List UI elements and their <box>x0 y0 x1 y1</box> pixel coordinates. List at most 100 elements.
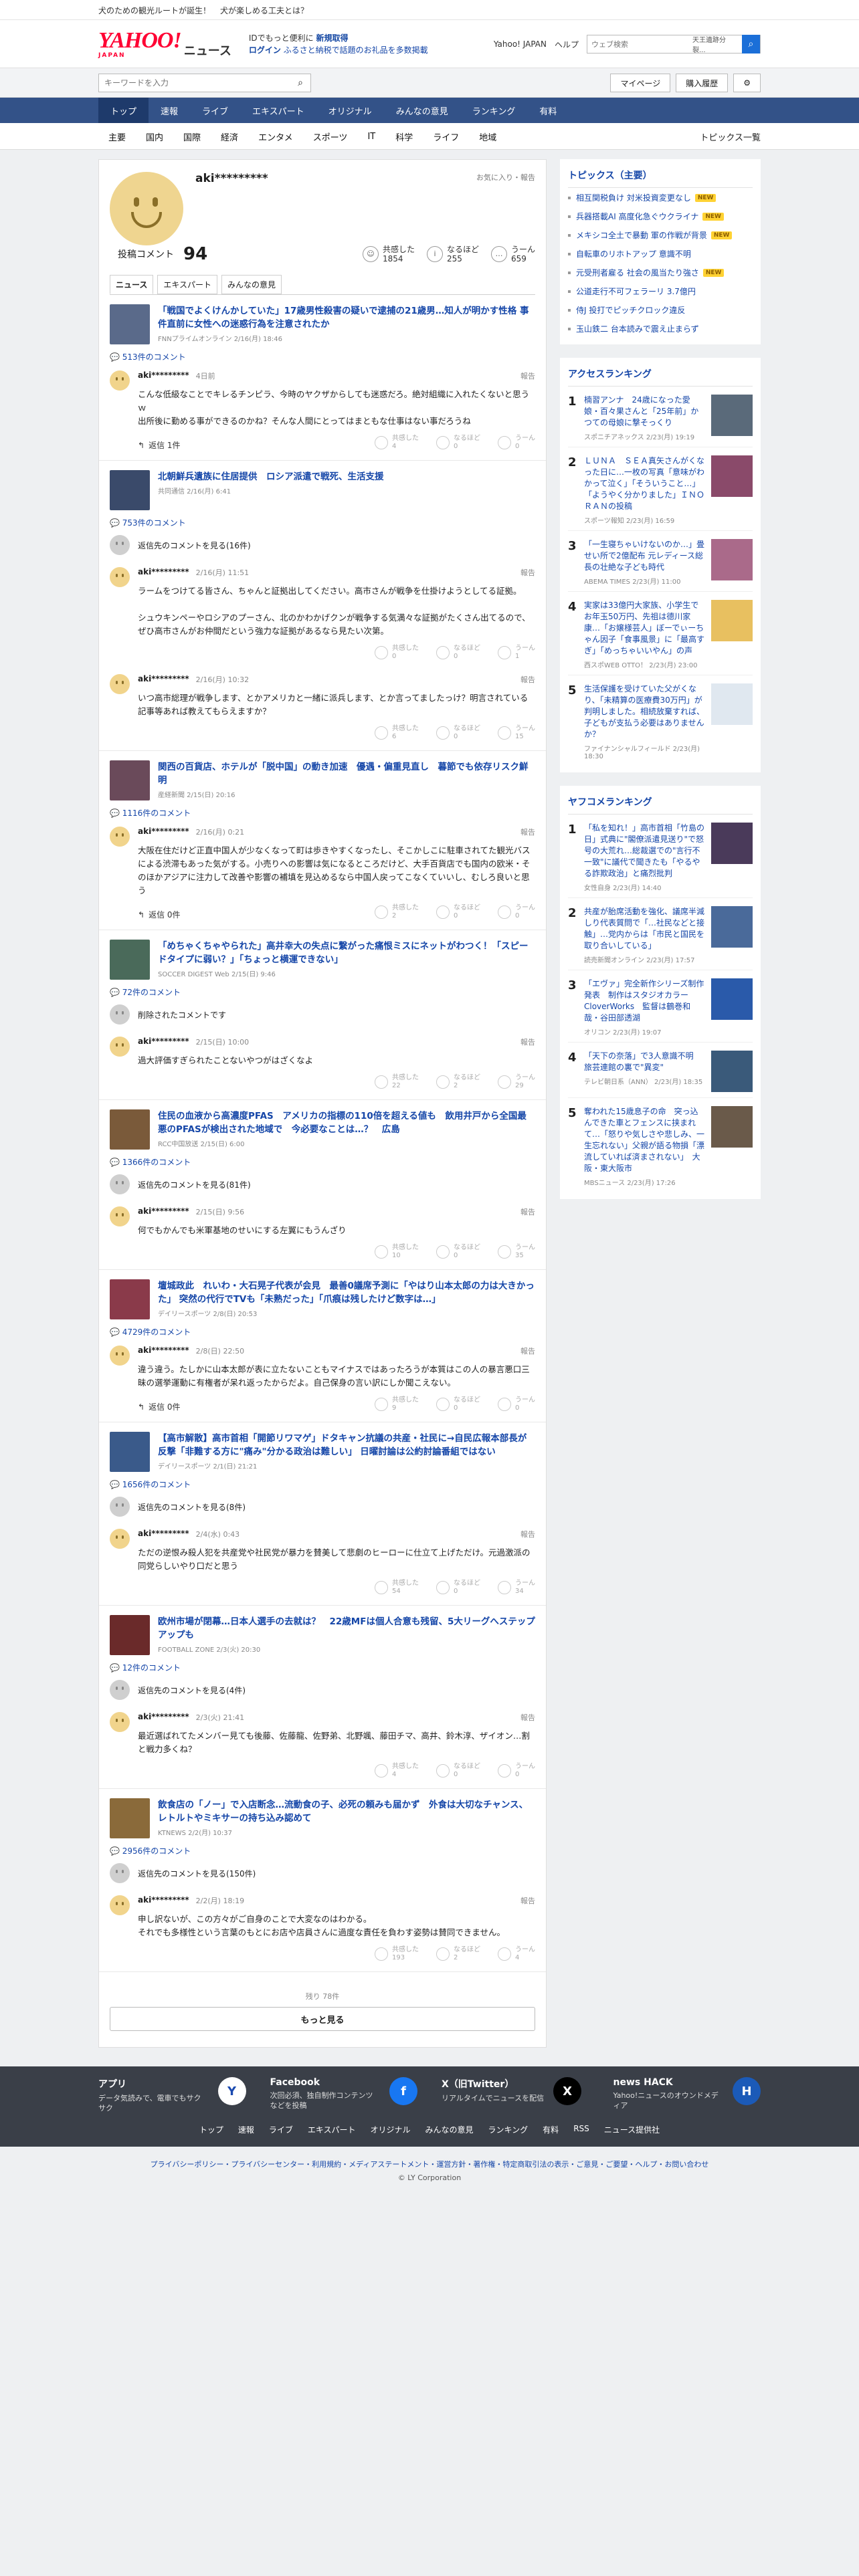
reaction-button[interactable]: 共感した 10 <box>375 1244 419 1260</box>
category-tab[interactable]: IT <box>357 132 385 142</box>
reaction-button[interactable]: なるほど 2 <box>436 1946 480 1962</box>
report-link[interactable]: 報告 <box>520 827 535 837</box>
reaction-button[interactable]: 共感した 54 <box>375 1580 419 1596</box>
report-link[interactable]: 報告 <box>520 1346 535 1356</box>
footer-link[interactable]: 速報 <box>238 2124 254 2135</box>
gnav-tab[interactable]: トップ <box>98 98 149 123</box>
article-title[interactable]: 「戦国でよくけんかしていた」17歳男性殺害の疑いで逮捕の21歳男…知人が明かす性… <box>158 304 535 331</box>
report-link[interactable]: 報告 <box>520 1037 535 1047</box>
reaction-button[interactable]: うーん 15 <box>498 725 535 741</box>
article-thumbnail[interactable] <box>110 940 150 980</box>
reply-source-link[interactable]: 返信先のコメントを見る(150件) <box>110 1856 535 1887</box>
topic-item[interactable]: 元受刑者雇る 社会の風当たり強さ NEW <box>568 263 753 282</box>
reaction-button[interactable]: うーん 0 <box>498 1763 535 1779</box>
gnav-tab[interactable]: みんなの意見 <box>384 98 460 123</box>
comment-author[interactable]: aki********* <box>138 1346 189 1356</box>
footer-link[interactable]: ランキング <box>488 2124 529 2135</box>
comment-author[interactable]: aki********* <box>138 370 189 381</box>
article-title[interactable]: 北朝鮮兵遺族に住居提供 ロシア派遣で戦死、生活支援 <box>158 470 384 484</box>
yahoo-japan-link[interactable]: Yahoo! JAPAN <box>494 39 547 49</box>
footer-link[interactable]: ライブ <box>269 2124 293 2135</box>
top-promo-2[interactable]: 犬が楽しめる工夫とは？ <box>220 5 308 16</box>
comment-count-link[interactable]: 💬 1366件のコメント <box>110 1156 535 1168</box>
comment-author[interactable]: aki********* <box>138 674 189 685</box>
ranking-item[interactable]: 5 奪われた15歳息子の命 突っ込んできた車とフェンスに挟まれて…「怒りや気しさや… <box>568 1098 753 1192</box>
reaction-button[interactable]: なるほど 0 <box>436 645 480 661</box>
topic-item[interactable]: 兵器搭載AI 高度化急ぐウクライナ NEW <box>568 207 753 225</box>
reaction-button[interactable]: うーん 0 <box>498 435 535 451</box>
article-thumbnail[interactable] <box>110 304 150 344</box>
report-link[interactable]: 報告 <box>520 370 535 381</box>
tab-0[interactable]: ニュース <box>110 275 154 294</box>
article-thumbnail[interactable] <box>110 1279 150 1319</box>
reaction-button[interactable]: 共感した 6 <box>375 725 419 741</box>
reaction-button[interactable]: なるほど 0 <box>436 725 480 741</box>
article-thumbnail[interactable] <box>110 760 150 800</box>
ranking-item[interactable]: 5 生活保護を受けていた父がくなり、「未精算の医療費30万円」が判明しました。相続… <box>568 675 753 766</box>
reaction-button[interactable]: うーん 29 <box>498 1074 535 1090</box>
reaction-button[interactable]: 共感した 4 <box>375 435 419 451</box>
reply-source-link[interactable]: 返信先のコメントを見る(8件) <box>110 1490 535 1521</box>
footer-link[interactable]: ニュース提供社 <box>604 2124 660 2135</box>
reaction-button[interactable]: うーん 34 <box>498 1580 535 1596</box>
comment-count-link[interactable]: 💬 2956件のコメント <box>110 1845 535 1856</box>
article-thumbnail[interactable] <box>110 1615 150 1655</box>
reaction-button[interactable]: 共感した 2 <box>375 904 419 920</box>
search-icon[interactable]: ⌕ <box>741 35 760 53</box>
category-tab[interactable]: 地域 <box>469 130 506 143</box>
login-link[interactable]: ログイン <box>249 45 281 55</box>
reaction-button[interactable]: 共感した 9 <box>375 1396 419 1412</box>
ranking-item[interactable]: 2 共産が胎席活動を強化、議席半減しり代表質問で「…社民などと接触」…党内からは「… <box>568 898 753 970</box>
comment-author[interactable]: aki********* <box>138 1712 189 1723</box>
topic-item[interactable]: 侍J 投打でピッチクロック違反 <box>568 300 753 319</box>
more-button[interactable]: もっと見る <box>110 2007 535 2031</box>
article-title[interactable]: 【高市解散】高市首相「開節リワマゲ」ドタキャン抗議の共産・社民に→自民広報本部長… <box>158 1432 535 1459</box>
article-title[interactable]: 欧州市場が閉幕…日本人選手の去就は？ 22歳MFは個人合意も残留、5大リーグへス… <box>158 1615 535 1642</box>
comment-count-link[interactable]: 💬 1656件のコメント <box>110 1479 535 1490</box>
category-tab[interactable]: エンタメ <box>248 130 303 143</box>
history-button[interactable]: 購入履歴 <box>676 74 729 92</box>
web-search-input[interactable] <box>587 35 692 53</box>
help-link[interactable]: ヘルプ <box>555 39 579 50</box>
category-tab[interactable]: 主要 <box>98 130 136 143</box>
report-link[interactable]: 報告 <box>520 1206 535 1217</box>
footer-link[interactable]: トップ <box>199 2124 223 2135</box>
footer-app-3[interactable]: news HACK Yahoo!ニュースのオウンドメディア H <box>613 2077 761 2113</box>
reaction-button[interactable]: 共感した 22 <box>375 1074 419 1090</box>
article-thumbnail[interactable] <box>110 470 150 510</box>
article-title[interactable]: 「めちゃくちゃやられた」高井幸大の失点に繋がった痛恨ミスにネットがわつく！「スピ… <box>158 940 535 966</box>
ranking-item[interactable]: 4 実家は33億円大家族、小学生でお年玉50万円、先祖は德川家康…「お嬢様芸人」ぼ… <box>568 592 753 675</box>
article-title[interactable]: 飲食店の「ノー」で入店断念…流動食の子、必死の頼みも届かず 外食は大切なチャンス… <box>158 1798 535 1825</box>
reaction-button[interactable]: なるほど 0 <box>436 1396 480 1412</box>
article-title[interactable]: 住民の血液から高濃度PFAS アメリカの指標の110倍を超える値も 飲用井戸から… <box>158 1109 535 1136</box>
category-tab[interactable]: 国内 <box>136 130 173 143</box>
comment-count-link[interactable]: 💬 753件のコメント <box>110 517 535 528</box>
article-thumbnail[interactable] <box>110 1109 150 1150</box>
category-tab[interactable]: ライフ <box>423 130 469 143</box>
gnav-tab[interactable]: 速報 <box>149 98 190 123</box>
reaction-button[interactable]: なるほど 0 <box>436 1763 480 1779</box>
report-link[interactable]: 報告 <box>520 567 535 578</box>
reply-button[interactable]: ↰ 返信 0件 <box>138 909 181 920</box>
reply-source-link[interactable]: 返信先のコメントを見る(81件) <box>110 1168 535 1198</box>
footer-link[interactable]: RSS <box>573 2124 589 2135</box>
comment-author[interactable]: aki********* <box>138 1529 189 1539</box>
category-tab[interactable]: 科学 <box>385 130 423 143</box>
reaction-button[interactable]: うーん 0 <box>498 1396 535 1412</box>
search-icon[interactable]: ⌕ <box>290 78 310 88</box>
reply-source-link[interactable]: 削除されたコメントです <box>110 998 535 1029</box>
comment-author[interactable]: aki********* <box>138 827 189 837</box>
reaction-button[interactable]: 共感した 4 <box>375 1763 419 1779</box>
reaction-button[interactable]: うーん 0 <box>498 904 535 920</box>
topic-item[interactable]: メキシコ全土で暴動 軍の作戦が背景 NEW <box>568 225 753 244</box>
ranking-item[interactable]: 2 ＬＵＮＡ ＳＥＡ真矢さんがくなった日に…一枚の写真「意味がわかって泣く」「そう… <box>568 447 753 531</box>
comment-count-link[interactable]: 💬 1116件のコメント <box>110 807 535 819</box>
comment-count-link[interactable]: 💬 513件のコメント <box>110 351 535 362</box>
tab-2[interactable]: みんなの意見 <box>221 275 282 294</box>
footer-app-0[interactable]: アプリ データ気読みで、電車でもサクサク Y <box>98 2077 246 2113</box>
reaction-button[interactable]: なるほど 0 <box>436 904 480 920</box>
report-link[interactable]: 報告 <box>520 1712 535 1723</box>
reaction-button[interactable]: うーん 4 <box>498 1946 535 1962</box>
gear-icon[interactable]: ⚙ <box>733 74 761 92</box>
reaction-button[interactable]: うーん 35 <box>498 1244 535 1260</box>
